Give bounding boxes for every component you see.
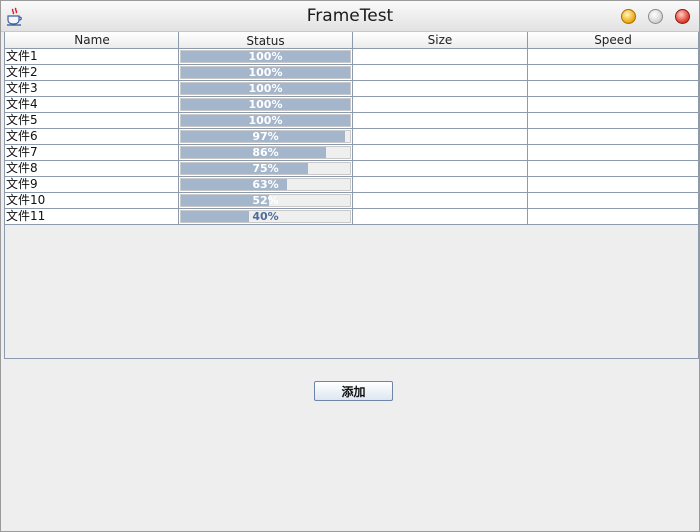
status-cell: 100% xyxy=(179,49,353,64)
table-row[interactable]: 文件6 97% xyxy=(5,129,698,145)
close-icon[interactable] xyxy=(675,9,690,24)
progress-bar: 97% xyxy=(180,130,351,143)
file-name-cell: 文件11 xyxy=(5,209,179,224)
file-name-cell: 文件5 xyxy=(5,113,179,128)
size-cell xyxy=(353,97,528,112)
size-cell xyxy=(353,193,528,208)
status-cell: 52% xyxy=(179,193,353,208)
table-row[interactable]: 文件1 100% xyxy=(5,49,698,65)
speed-cell xyxy=(528,97,698,112)
progress-label: 40% xyxy=(252,210,279,223)
speed-cell xyxy=(528,81,698,96)
table-row[interactable]: 文件2 100% xyxy=(5,65,698,81)
progress-bar: 100% xyxy=(180,114,351,127)
progress-label: 100% xyxy=(248,114,283,127)
table-header: Name Status Size Speed xyxy=(5,32,698,49)
status-cell: 40% xyxy=(179,209,353,224)
table-row[interactable]: 文件4 100% xyxy=(5,97,698,113)
size-cell xyxy=(353,81,528,96)
progress-bar: 40% xyxy=(180,210,351,223)
speed-cell xyxy=(528,193,698,208)
progress-bar: 52% xyxy=(180,194,351,207)
file-name-cell: 文件7 xyxy=(5,145,179,160)
file-name-cell: 文件10 xyxy=(5,193,179,208)
table-body: 文件1 100% 文件2 100% 文件3 100% 文件4 100% 文件5 100% 文件6 97… xyxy=(5,49,698,225)
status-cell: 100% xyxy=(179,65,353,80)
progress-bar: 63% xyxy=(180,178,351,191)
speed-cell xyxy=(528,177,698,192)
size-cell xyxy=(353,129,528,144)
table-row[interactable]: 文件7 86% xyxy=(5,145,698,161)
column-header-speed[interactable]: Speed xyxy=(528,32,698,49)
file-name-cell: 文件3 xyxy=(5,81,179,96)
file-name-cell: 文件8 xyxy=(5,161,179,176)
progress-label: 86% xyxy=(252,146,279,159)
maximize-icon[interactable] xyxy=(648,9,663,24)
file-table[interactable]: Name Status Size Speed 文件1 100% 文件2 100% 文件3… xyxy=(4,32,699,359)
file-name-cell: 文件6 xyxy=(5,129,179,144)
file-name-cell: 文件9 xyxy=(5,177,179,192)
progress-label: 75% xyxy=(252,162,279,175)
progress-label: 100% xyxy=(248,50,283,63)
progress-label: 100% xyxy=(248,82,283,95)
table-row[interactable]: 文件5 100% xyxy=(5,113,698,129)
speed-cell xyxy=(528,65,698,80)
size-cell xyxy=(353,209,528,224)
speed-cell xyxy=(528,129,698,144)
status-cell: 97% xyxy=(179,129,353,144)
progress-label: 97% xyxy=(252,130,279,143)
minimize-icon[interactable] xyxy=(621,9,636,24)
speed-cell xyxy=(528,113,698,128)
progress-bar: 86% xyxy=(180,146,351,159)
status-cell: 100% xyxy=(179,113,353,128)
progress-bar: 75% xyxy=(180,162,351,175)
size-cell xyxy=(353,49,528,64)
progress-bar: 100% xyxy=(180,50,351,63)
progress-label: 100% xyxy=(248,66,283,79)
table-row[interactable]: 文件10 52% xyxy=(5,193,698,209)
status-cell: 100% xyxy=(179,97,353,112)
size-cell xyxy=(353,65,528,80)
progress-label: 63% xyxy=(252,178,279,191)
size-cell xyxy=(353,145,528,160)
progress-bar: 100% xyxy=(180,66,351,79)
file-name-cell: 文件1 xyxy=(5,49,179,64)
table-row[interactable]: 文件9 63% xyxy=(5,177,698,193)
size-cell xyxy=(353,113,528,128)
column-header-name[interactable]: Name xyxy=(5,32,179,49)
status-cell: 75% xyxy=(179,161,353,176)
status-cell: 100% xyxy=(179,81,353,96)
size-cell xyxy=(353,177,528,192)
speed-cell xyxy=(528,209,698,224)
title-bar[interactable]: FrameTest xyxy=(1,1,699,32)
column-header-status[interactable]: Status xyxy=(179,32,353,49)
window-title: FrameTest xyxy=(306,6,394,26)
table-row[interactable]: 文件11 40% xyxy=(5,209,698,225)
size-cell xyxy=(353,161,528,176)
column-header-size[interactable]: Size xyxy=(353,32,528,49)
speed-cell xyxy=(528,145,698,160)
speed-cell xyxy=(528,161,698,176)
file-name-cell: 文件4 xyxy=(5,97,179,112)
table-row[interactable]: 文件8 75% xyxy=(5,161,698,177)
progress-bar: 100% xyxy=(180,98,351,111)
speed-cell xyxy=(528,49,698,64)
app-window: FrameTest Name Status Size Speed 文件1 100%… xyxy=(0,0,700,532)
status-cell: 86% xyxy=(179,145,353,160)
status-cell: 63% xyxy=(179,177,353,192)
progress-label: 52% xyxy=(252,194,279,207)
progress-bar: 100% xyxy=(180,82,351,95)
add-button[interactable]: 添加 xyxy=(314,381,393,401)
file-name-cell: 文件2 xyxy=(5,65,179,80)
table-row[interactable]: 文件3 100% xyxy=(5,81,698,97)
progress-label: 100% xyxy=(248,98,283,111)
